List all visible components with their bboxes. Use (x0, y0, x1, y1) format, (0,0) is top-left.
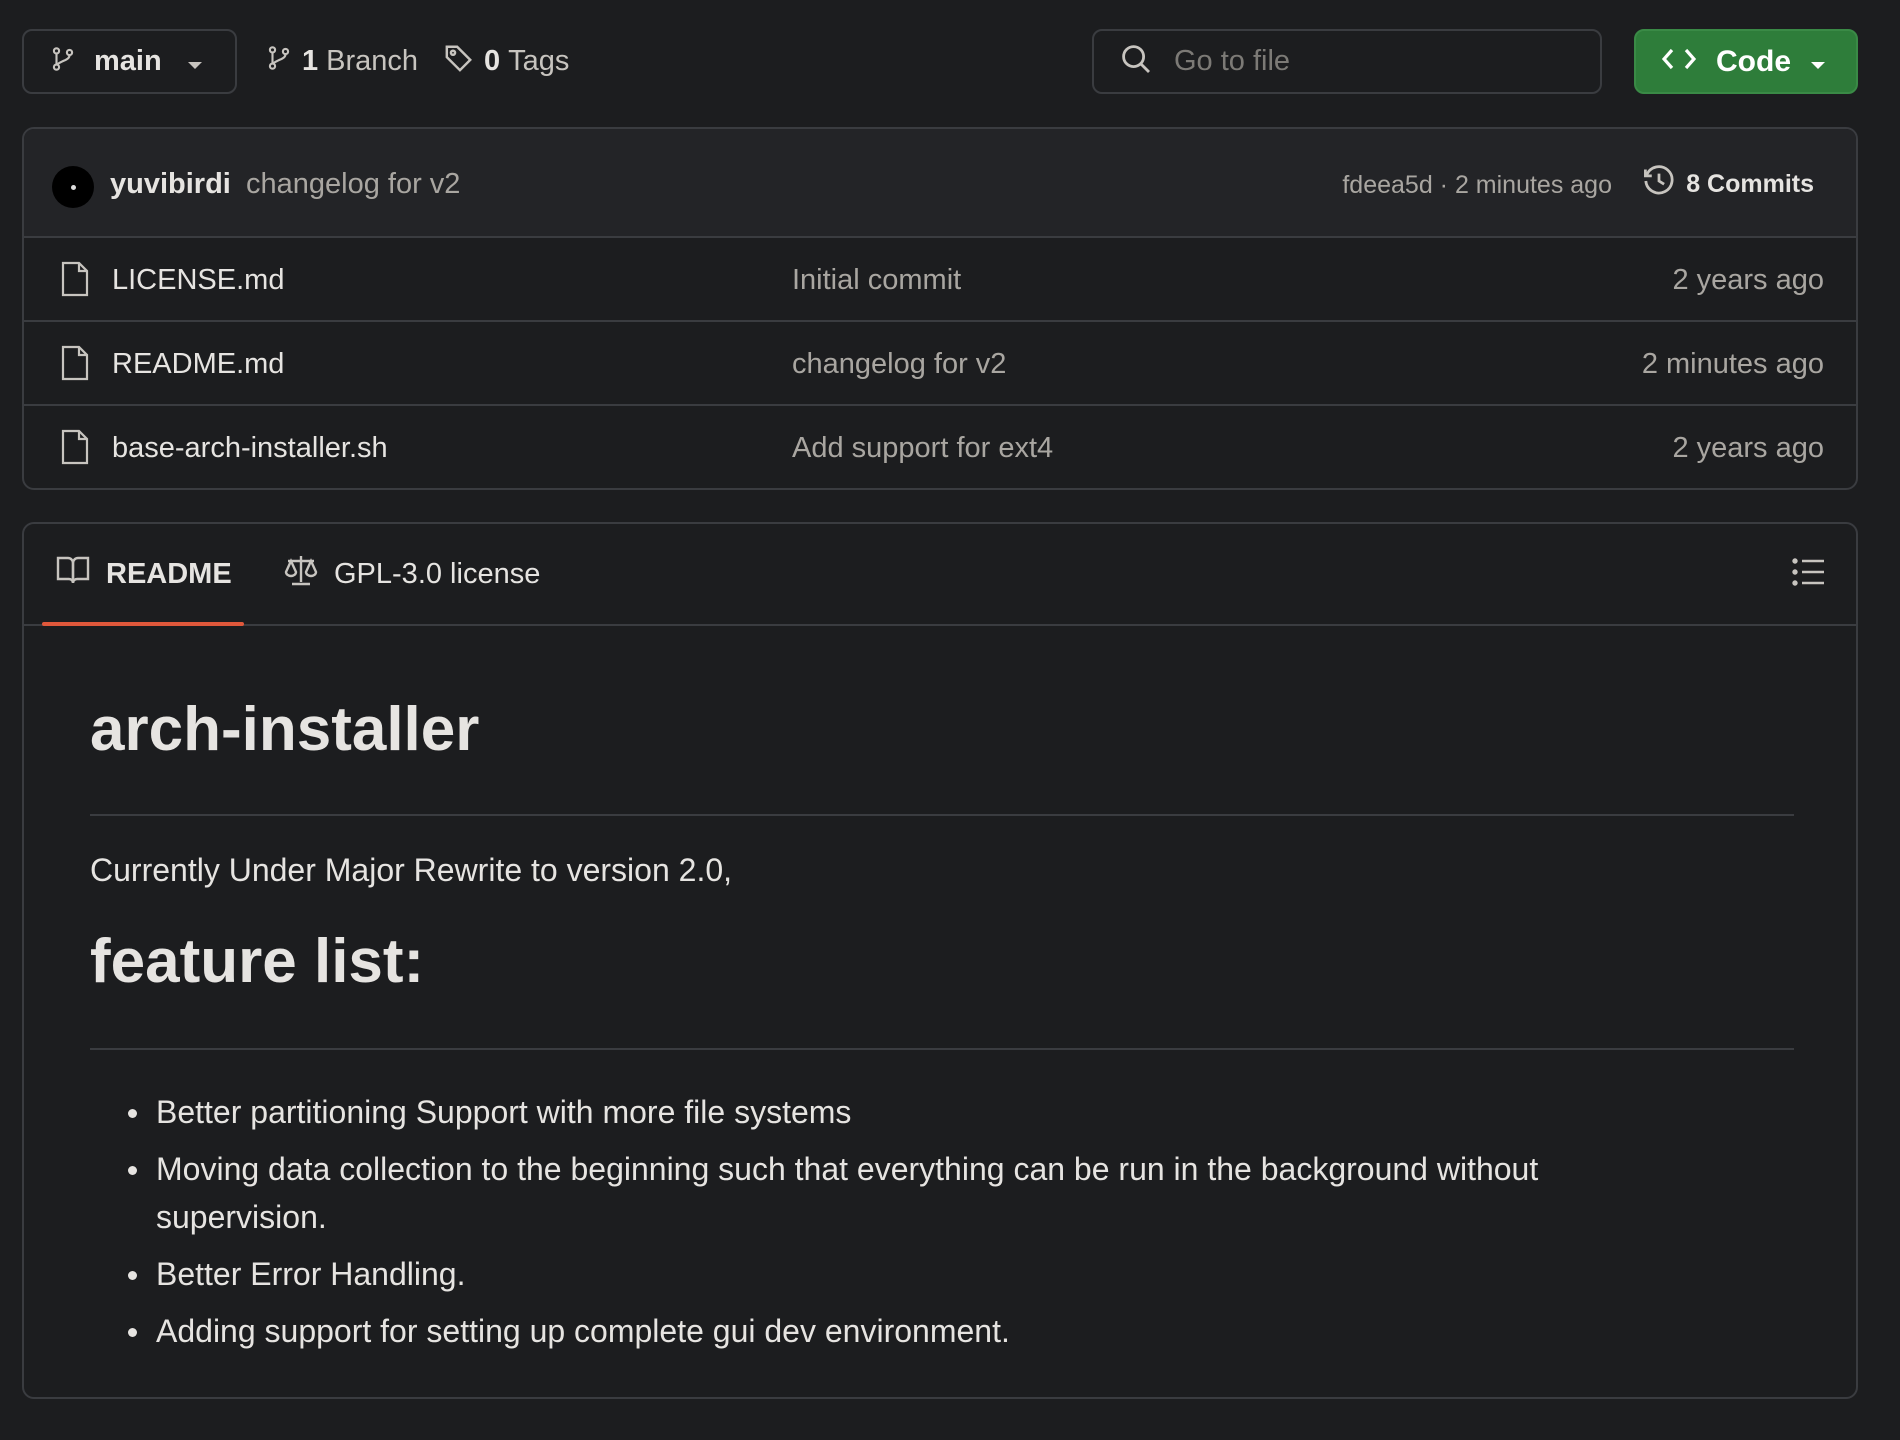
file-commit-message[interactable]: changelog for v2 (792, 348, 1006, 381)
commits-history-link[interactable]: 8 Commits (1642, 161, 1814, 207)
code-icon (1661, 46, 1697, 77)
branch-select-button[interactable]: main (22, 29, 237, 94)
commit-hash-time[interactable]: fdeea5d · 2 minutes ago (1342, 171, 1612, 200)
go-to-file-input[interactable] (1172, 44, 1572, 79)
tab-readme-label: README (106, 557, 232, 590)
chevron-down-icon (187, 58, 203, 76)
go-to-file-search[interactable] (1092, 29, 1602, 94)
file-commit-message[interactable]: Add support for ext4 (792, 432, 1053, 465)
avatar[interactable] (52, 166, 94, 208)
git-branch-icon (50, 44, 76, 79)
divider (90, 814, 1794, 816)
tab-readme[interactable]: README (42, 524, 244, 626)
branches-count: 1 (302, 45, 319, 77)
branch-name: main (94, 45, 162, 77)
feature-list-heading: feature list: (90, 927, 425, 996)
file-age: 2 minutes ago (1641, 348, 1824, 380)
divider (90, 1048, 1794, 1050)
readme-panel: README GPL-3.0 license arch-installer Cu… (22, 522, 1858, 1399)
file-name[interactable]: base-arch-installer.sh (112, 432, 388, 465)
branches-label: Branch (326, 45, 419, 77)
scale-icon (284, 554, 318, 594)
file-age: 2 years ago (1672, 264, 1824, 296)
tab-license[interactable]: GPL-3.0 license (276, 524, 540, 624)
file-age: 2 years ago (1672, 432, 1824, 464)
tags-count: 0 (484, 45, 501, 77)
file-browser: yuvibirdi changelog for v2 fdeea5d · 2 m… (22, 127, 1858, 490)
outline-list-button[interactable] (1792, 557, 1826, 592)
readme-intro: Currently Under Major Rewrite to version… (90, 852, 733, 888)
git-branch-icon (266, 43, 292, 81)
list-item: Adding support for setting up complete g… (90, 1307, 1794, 1355)
code-button[interactable]: Code (1634, 29, 1858, 94)
chevron-down-icon (1810, 58, 1826, 76)
list-item: Better partitioning Support with more fi… (90, 1088, 1794, 1136)
file-row[interactable]: LICENSE.md Initial commit 2 years ago (24, 238, 1856, 322)
tag-icon (444, 43, 474, 81)
tags-link[interactable]: 0 Tags (444, 29, 569, 94)
list-icon (1792, 558, 1826, 591)
commit-message[interactable]: changelog for v2 (246, 168, 460, 201)
file-icon (60, 345, 90, 386)
file-name[interactable]: LICENSE.md (112, 264, 284, 297)
file-row[interactable]: README.md changelog for v2 2 minutes ago (24, 322, 1856, 406)
commit-author[interactable]: yuvibirdi (110, 168, 231, 201)
readme-tabs: README GPL-3.0 license (24, 524, 1856, 626)
feature-list: Better partitioning Support with more fi… (90, 1088, 1794, 1355)
list-item: Better Error Handling. (90, 1250, 1794, 1298)
tab-license-label: GPL-3.0 license (334, 557, 541, 590)
file-row[interactable]: base-arch-installer.sh Add support for e… (24, 406, 1856, 488)
file-icon (60, 429, 90, 470)
search-icon (1120, 43, 1152, 80)
list-item: Moving data collection to the beginning … (90, 1145, 1794, 1241)
file-icon (60, 261, 90, 302)
file-name[interactable]: README.md (112, 348, 284, 381)
repo-toolbar: main 1 Branch 0 Tags Go to file Code (22, 29, 1858, 94)
branches-link[interactable]: 1 Branch (266, 29, 418, 94)
code-button-label: Code (1716, 44, 1791, 78)
history-icon (1642, 164, 1676, 205)
commits-count: 8 Commits (1686, 169, 1814, 198)
tags-label: Tags (508, 45, 570, 77)
readme-title: arch-installer (90, 695, 480, 764)
file-commit-message[interactable]: Initial commit (792, 264, 961, 297)
latest-commit-bar: yuvibirdi changelog for v2 fdeea5d · 2 m… (24, 129, 1856, 238)
book-icon (56, 555, 90, 593)
